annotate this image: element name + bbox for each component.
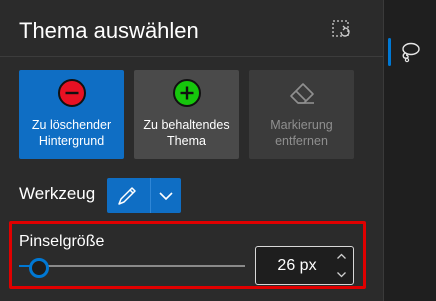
tool-dropdown-button[interactable]: [107, 178, 181, 213]
chevron-up-icon[interactable]: [336, 251, 347, 262]
pen-icon: [115, 184, 139, 208]
brush-size-slider[interactable]: [19, 255, 245, 278]
tile-remove-label: Zu löschender Hintergrund: [31, 118, 112, 148]
minus-circle-icon: [57, 78, 87, 108]
eraser-icon: [287, 78, 317, 108]
tool-button-separator: [150, 178, 151, 213]
panel-title: Thema auswählen: [19, 18, 199, 43]
select-subject-panel: Thema auswählen Zu löschender Hintergrun…: [0, 0, 383, 301]
plus-circle-icon: [172, 78, 202, 108]
dashed-rotate-icon[interactable]: [330, 18, 354, 42]
brush-size-value[interactable]: 26 px: [256, 247, 338, 284]
tile-clear-label: Markierung entfernen: [270, 118, 333, 148]
paint-lasso-icon[interactable]: [396, 38, 424, 66]
slider-thumb[interactable]: [29, 258, 49, 278]
tile-keep-subject[interactable]: Zu behaltendes Thema: [134, 70, 239, 159]
brush-size-spinbox[interactable]: 26 px: [255, 246, 354, 285]
header-divider: [0, 56, 383, 57]
brush-size-label: Pinselgröße: [19, 233, 105, 250]
chevron-down-icon[interactable]: [157, 187, 175, 205]
tile-remove-background[interactable]: Zu löschender Hintergrund: [19, 70, 124, 159]
tile-keep-label: Zu behaltendes Thema: [143, 118, 230, 148]
tool-label: Werkzeug: [19, 184, 96, 203]
rail-selection-indicator: [388, 38, 391, 66]
slider-track: [33, 265, 245, 267]
tile-clear-marking[interactable]: Markierung entfernen: [249, 70, 354, 159]
chevron-down-icon[interactable]: [336, 269, 347, 280]
